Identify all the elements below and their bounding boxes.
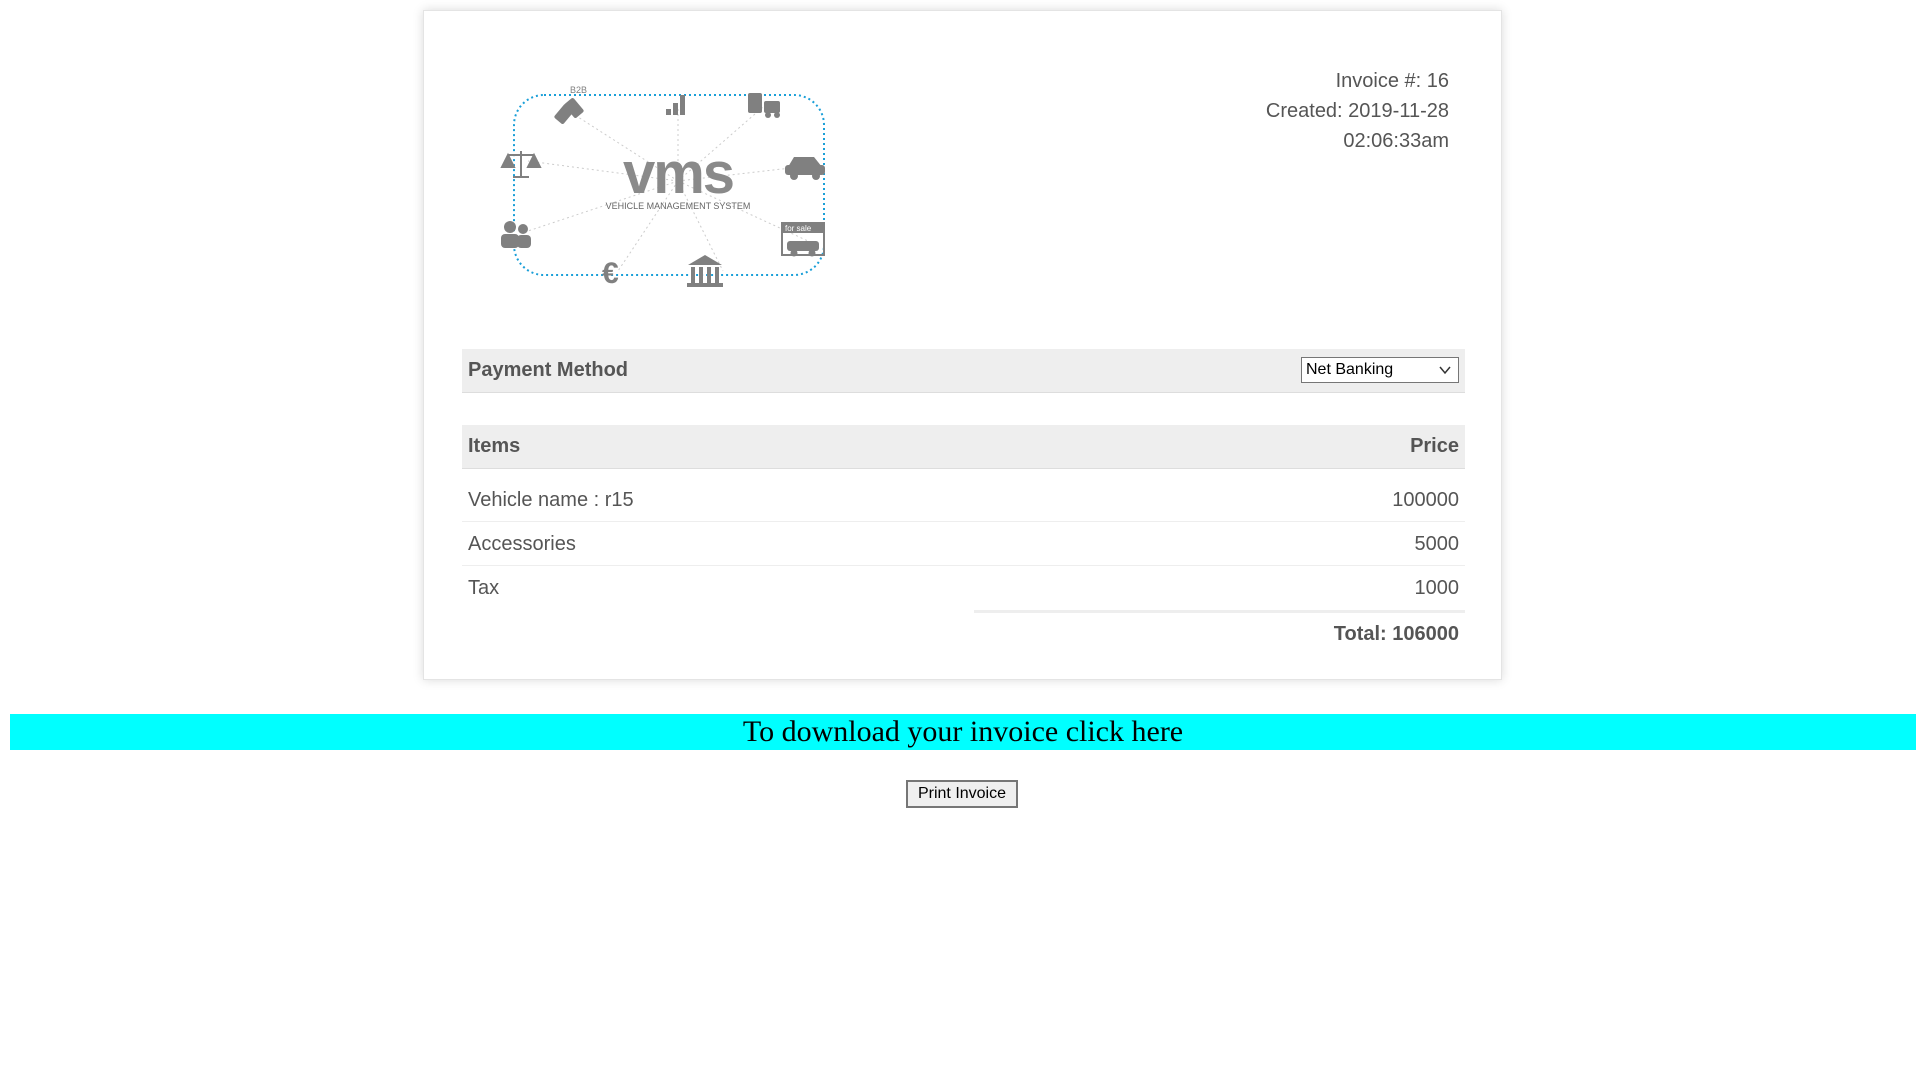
people-icon — [501, 221, 531, 248]
car-icon — [785, 157, 825, 180]
item-price: 1000 — [1414, 577, 1460, 599]
item-price: 5000 — [1414, 533, 1460, 555]
payment-method-select[interactable]: Net Banking — [1301, 357, 1459, 383]
payment-method-selected: Net Banking — [1306, 361, 1394, 378]
items-header-label: Items — [468, 435, 521, 457]
handshake-icon — [554, 98, 584, 124]
payment-method-row: Payment Method Net Banking — [462, 349, 1465, 393]
bar-chart-icon — [666, 95, 685, 115]
logo-wordmark: vms — [623, 141, 733, 206]
for-sale-badge: for sale — [785, 224, 812, 233]
invoice-created-date: Created: 2019-11-28 — [1265, 100, 1449, 122]
invoice-box: B2B for sale € vms VEHICLE MANAGEMENT SY… — [423, 10, 1502, 680]
total-divider — [974, 610, 1465, 613]
invoice-total: Total: 106000 — [1333, 623, 1459, 645]
chevron-down-icon — [1439, 366, 1451, 375]
table-row: Tax 1000 — [462, 566, 1465, 610]
item-name: Tax — [468, 577, 500, 599]
scales-icon — [500, 151, 542, 178]
euro-icon: € — [602, 257, 619, 290]
price-header-label: Price — [1410, 435, 1459, 457]
item-price: 100000 — [1392, 489, 1459, 511]
invoice-number: Invoice #: 16 — [1335, 70, 1449, 92]
payment-method-label: Payment Method — [468, 359, 629, 381]
print-invoice-button[interactable]: Print Invoice — [906, 780, 1018, 808]
invoice-created-time: 02:06:33am — [1343, 130, 1449, 152]
logo-subtitle: VEHICLE MANAGEMENT SYSTEM — [606, 201, 751, 211]
invoice-meta: Invoice #: 16 Created: 2019-11-28 02:06:… — [1266, 66, 1449, 156]
download-invoice-link[interactable]: To download your invoice click here — [10, 714, 1916, 750]
bank-icon — [687, 255, 723, 287]
table-row: Vehicle name : r15 100000 — [462, 478, 1465, 522]
items-table-header: Items Price — [462, 425, 1465, 469]
item-name: Accessories — [468, 533, 576, 555]
vms-logo: B2B for sale € vms VEHICLE MANAGEMENT SY… — [500, 85, 825, 290]
clipboard-truck-icon — [748, 93, 780, 118]
b2b-badge: B2B — [570, 85, 587, 95]
item-name: Vehicle name : r15 — [468, 489, 634, 511]
table-row: Accessories 5000 — [462, 522, 1465, 566]
total-row: Total: 106000 — [462, 614, 1465, 654]
